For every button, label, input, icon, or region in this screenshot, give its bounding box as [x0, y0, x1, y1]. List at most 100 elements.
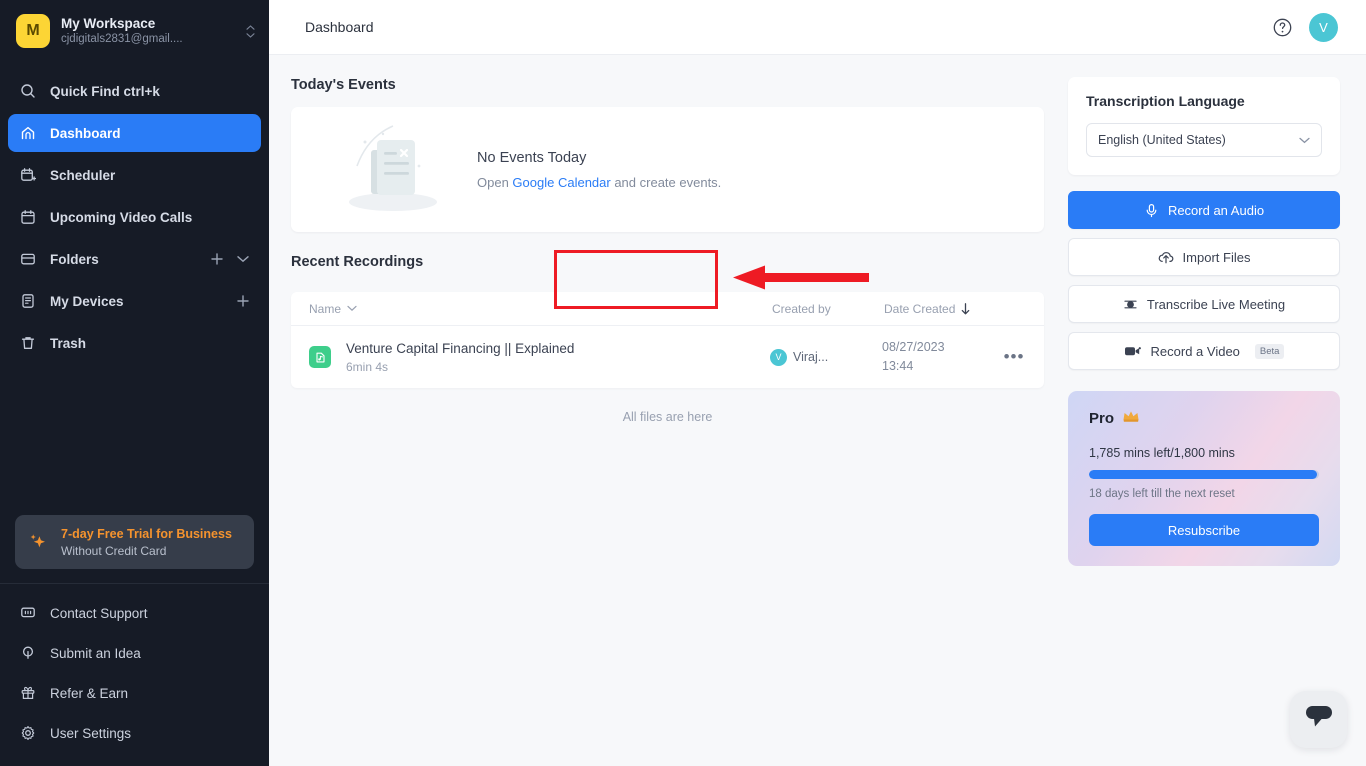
record-an-audio-button[interactable]: Record an Audio — [1068, 191, 1340, 229]
sidebar-item-upcoming-video-calls[interactable]: Upcoming Video Calls — [8, 198, 261, 236]
date-created-date: 08/27/2023 — [882, 338, 1002, 357]
plan-progress-bar — [1089, 470, 1319, 479]
sidebar-item-label: Scheduler — [50, 168, 250, 183]
sidebar-item-label: Quick Find ctrl+k — [50, 84, 250, 99]
free-trial-text: 7-day Free Trial for Business Without Cr… — [61, 525, 232, 559]
gear-icon — [19, 724, 37, 742]
record-an-audio-label: Record an Audio — [1168, 203, 1264, 218]
sidebar-item-label: Folders — [50, 252, 197, 267]
chevron-down-icon[interactable] — [236, 252, 250, 266]
sort-descending-arrow-icon — [961, 303, 970, 315]
workspace-text: My Workspace cjdigitals2831@gmail.... — [61, 15, 235, 47]
workspace-switcher[interactable]: M My Workspace cjdigitals2831@gmail.... — [0, 0, 269, 62]
plan-progress-fill — [1089, 470, 1317, 479]
sidebar-item-contact-support[interactable]: Contact Support — [8, 594, 261, 632]
language-select[interactable]: English (United States) — [1086, 123, 1322, 157]
recent-recordings-header: Recent Recordings — [291, 232, 1044, 292]
sidebar-item-folders[interactable]: Folders — [8, 240, 261, 278]
plan-reset-note: 18 days left till the next reset — [1089, 488, 1319, 500]
message-icon — [19, 604, 37, 622]
google-calendar-link[interactable]: Google Calendar — [512, 175, 610, 190]
sidebar-item-refer-and-earn[interactable]: Refer & Earn — [8, 674, 261, 712]
import-files-label: Import Files — [1183, 250, 1251, 265]
trash-icon — [19, 334, 37, 352]
free-trial-subtitle: Without Credit Card — [61, 543, 232, 559]
resubscribe-button[interactable]: Resubscribe — [1089, 514, 1319, 546]
import-files-button[interactable]: Import Files — [1068, 238, 1340, 276]
main-area: Dashboard V Today's Events — [269, 0, 1366, 766]
sidebar-item-quick-find[interactable]: Quick Find ctrl+k — [8, 72, 261, 110]
column-header-name[interactable]: Name — [309, 302, 772, 316]
upload-cloud-icon — [1158, 250, 1174, 265]
sidebar-item-label: Dashboard — [50, 126, 250, 141]
content: Today's Events — [269, 55, 1366, 766]
crown-icon — [1122, 409, 1140, 427]
empty-events-text: No Events Today Open Google Calendar and… — [477, 150, 721, 190]
created-by-name: Viraj... — [793, 350, 828, 364]
table-row[interactable]: Venture Capital Financing || Explained 6… — [291, 326, 1044, 388]
avatar[interactable]: V — [1309, 13, 1338, 42]
record-a-video-label: Record a Video — [1151, 344, 1240, 359]
empty-events-illustration — [343, 122, 443, 218]
beta-badge: Beta — [1255, 344, 1285, 359]
chat-widget-button[interactable] — [1290, 691, 1347, 748]
sidebar-item-user-settings[interactable]: User Settings — [8, 714, 261, 752]
recent-recordings-title: Recent Recordings — [291, 254, 423, 270]
add-folder-icon[interactable] — [210, 252, 224, 266]
add-device-icon[interactable] — [236, 294, 250, 308]
chat-bubble-icon — [1304, 704, 1334, 735]
row-more-options-button[interactable]: ••• — [1002, 347, 1026, 367]
language-selected-value: English (United States) — [1098, 133, 1299, 147]
transcribe-live-meeting-button[interactable]: Transcribe Live Meeting — [1068, 285, 1340, 323]
plan-name-row: Pro — [1089, 409, 1319, 427]
no-events-desc-before: Open — [477, 175, 512, 190]
device-icon — [19, 292, 37, 310]
topbar-actions: V — [1271, 13, 1338, 42]
cell-date-created: 08/27/2023 13:44 — [882, 338, 1002, 376]
calendar-plus-icon — [19, 166, 37, 184]
cell-created-by: V Viraj... — [770, 349, 882, 366]
todays-events-title: Today's Events — [291, 77, 1044, 93]
plan-card: Pro 1,785 mins left/1,800 mins 18 days l… — [1068, 391, 1340, 566]
workspace-avatar: M — [16, 14, 50, 48]
question-circle-icon[interactable] — [1271, 16, 1293, 38]
folder-icon — [19, 250, 37, 268]
audio-file-icon — [309, 346, 331, 368]
sidebar-item-label: Trash — [50, 336, 250, 351]
column-header-created-by: Created by — [772, 302, 884, 316]
home-icon — [19, 124, 37, 142]
sidebar-item-label: Refer & Earn — [50, 686, 250, 701]
column-header-date-created[interactable]: Date Created — [884, 302, 1022, 316]
free-trial-title: 7-day Free Trial for Business — [61, 527, 232, 541]
sidebar-item-scheduler[interactable]: Scheduler — [8, 156, 261, 194]
sidebar-footer-nav: Contact Support Submit an Idea Refer & E… — [0, 584, 269, 766]
sidebar-item-label: My Devices — [50, 294, 223, 309]
sidebar-item-label: User Settings — [50, 726, 250, 741]
left-column: Today's Events — [291, 77, 1044, 766]
app-root: M My Workspace cjdigitals2831@gmail.... … — [0, 0, 1366, 766]
sidebar: M My Workspace cjdigitals2831@gmail.... … — [0, 0, 269, 766]
sidebar-nav: Quick Find ctrl+k Dashboard Scheduler Up… — [0, 62, 269, 366]
lightbulb-icon — [19, 644, 37, 662]
chevron-updown-icon[interactable] — [246, 25, 255, 38]
sidebar-spacer — [0, 366, 269, 515]
free-trial-banner[interactable]: 7-day Free Trial for Business Without Cr… — [15, 515, 254, 569]
sidebar-item-trash[interactable]: Trash — [8, 324, 261, 362]
date-created-time: 13:44 — [882, 357, 1002, 376]
record-a-video-button[interactable]: Record a Video Beta — [1068, 332, 1340, 370]
search-icon — [19, 82, 37, 100]
chevron-down-icon — [347, 305, 357, 312]
quick-actions: Record an Audio Import Files Transcribe … — [1068, 191, 1340, 370]
sidebar-item-submit-an-idea[interactable]: Submit an Idea — [8, 634, 261, 672]
folders-actions — [210, 252, 250, 266]
sidebar-item-dashboard[interactable]: Dashboard — [8, 114, 261, 152]
sidebar-item-label: Contact Support — [50, 606, 250, 621]
transcription-language-title: Transcription Language — [1086, 93, 1322, 109]
transcription-language-card: Transcription Language English (United S… — [1068, 77, 1340, 175]
no-events-title: No Events Today — [477, 150, 721, 166]
sidebar-item-my-devices[interactable]: My Devices — [8, 282, 261, 320]
chevron-down-icon — [1299, 133, 1310, 147]
sparkles-icon — [27, 531, 49, 553]
file-info: Venture Capital Financing || Explained 6… — [346, 339, 770, 376]
no-events-desc-after: and create events. — [611, 175, 722, 190]
